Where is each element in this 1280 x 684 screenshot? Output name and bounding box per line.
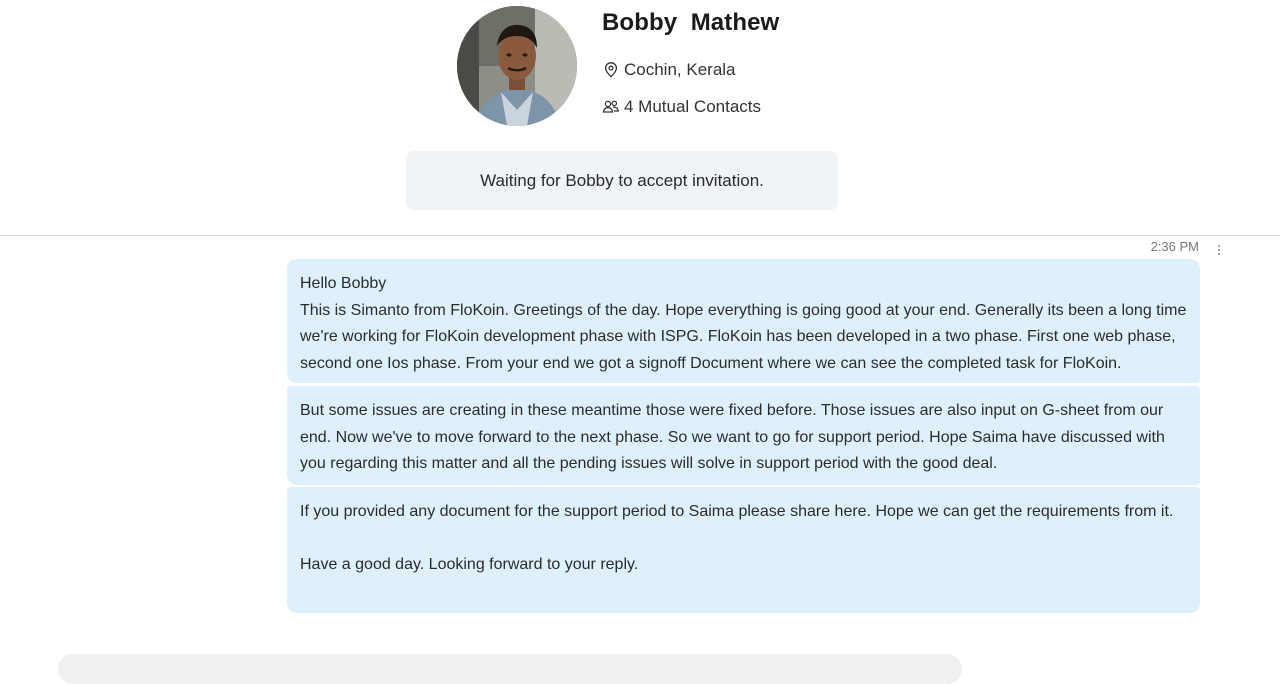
invitation-status-banner: Waiting for Bobby to accept invitation.: [406, 151, 838, 210]
more-vertical-icon[interactable]: [1212, 243, 1226, 257]
message-text-3: If you provided any document for the sup…: [300, 503, 1174, 520]
message-text-1: This is Simanto from FloKoin. Greetings …: [300, 301, 1187, 372]
invitation-status-text: Waiting for Bobby to accept invitation.: [480, 170, 764, 190]
mutual-contacts-text: 4 Mutual Contacts: [624, 97, 762, 116]
message-composer[interactable]: [58, 654, 962, 684]
contact-location: Cochin, Kerala: [602, 60, 736, 80]
avatar[interactable]: [457, 6, 577, 126]
message-greeting: Hello Bobby: [300, 275, 387, 292]
contact-profile-header: Bobby Mathew Cochin, Kerala 4 Mutual Con…: [0, 0, 1280, 236]
message-closing: Have a good day. Looking forward to your…: [300, 556, 639, 573]
map-pin-icon: [602, 61, 620, 79]
people-icon: [602, 98, 620, 116]
message-timestamp: 2:36 PM: [1150, 239, 1199, 254]
contact-location-text: Cochin, Kerala: [624, 60, 736, 79]
message-text-2: But some issues are creating in these me…: [300, 402, 1165, 472]
header-divider: [0, 235, 1280, 236]
avatar-photo: [457, 6, 577, 126]
message-bubble-1[interactable]: Hello Bobby This is Simanto from FloKoin…: [287, 259, 1200, 383]
message-bubble-2[interactable]: But some issues are creating in these me…: [287, 386, 1200, 485]
message-bubble-3[interactable]: If you provided any document for the sup…: [287, 487, 1200, 613]
contact-name: Bobby Mathew: [602, 9, 780, 36]
mutual-contacts[interactable]: 4 Mutual Contacts: [602, 97, 761, 117]
